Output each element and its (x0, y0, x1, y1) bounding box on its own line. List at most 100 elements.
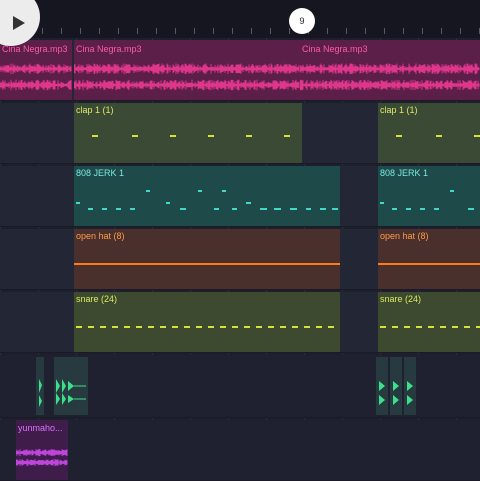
pattern-note (116, 208, 121, 210)
pattern-note (440, 326, 446, 328)
clap-pattern-label: clap 1 (1) (380, 105, 418, 115)
ruler-tick (289, 28, 290, 34)
pattern-note (246, 202, 251, 204)
pattern-note (316, 326, 322, 328)
clap-pattern-label: clap 1 (1) (76, 105, 114, 115)
pattern-note (274, 208, 281, 210)
ruler-tick (422, 28, 423, 34)
pattern-note (304, 326, 310, 328)
pattern-note (468, 208, 474, 210)
pattern-note (232, 208, 237, 210)
pattern-note (148, 326, 154, 328)
pattern-note (100, 326, 106, 328)
pattern-note (130, 208, 135, 210)
audio-clip[interactable]: Cina Negra.mp3 (300, 40, 480, 100)
pattern-note (180, 208, 186, 210)
pattern-note (406, 208, 411, 210)
hat-pattern-clip[interactable]: open hat (8) (378, 229, 480, 289)
ruler-tick (327, 28, 328, 34)
pattern-note (436, 135, 442, 137)
kick808-track[interactable]: 808 JERK 1 808 JERK 1 (0, 166, 480, 227)
audio-waveform (300, 63, 480, 91)
pattern-note (76, 202, 80, 204)
snare-pattern-clip[interactable]: snare (24) (74, 292, 340, 352)
pattern-note (198, 190, 202, 192)
pattern-note (392, 208, 397, 210)
ruler-tick (42, 28, 43, 34)
vocal-clip[interactable]: yunmaho... (16, 420, 68, 480)
ruler-tick (403, 28, 404, 34)
clap-track[interactable]: clap 1 (1) clap 1 (1) (0, 103, 480, 164)
pattern-note (170, 135, 176, 137)
snare-track[interactable]: snare (24) snare (24) (0, 292, 480, 353)
snare-pattern-label: snare (24) (380, 294, 422, 304)
pattern-note (452, 326, 458, 328)
audio-waveform (74, 63, 300, 91)
pattern-note (88, 208, 93, 210)
pattern-note (268, 326, 274, 328)
playhead-marker[interactable]: 9 (289, 8, 315, 34)
pattern-note (476, 326, 480, 328)
vocal-waveform (16, 448, 68, 467)
audio-clip[interactable]: Cina Negra.mp3 (0, 40, 72, 100)
pattern-note (280, 326, 286, 328)
ruler-tick (346, 28, 347, 34)
ruler-tick (213, 28, 214, 34)
pattern-note (136, 326, 142, 328)
hat-track[interactable]: open hat (8) open hat (8) (0, 229, 480, 290)
kick808-pattern-label: 808 JERK 1 (380, 168, 429, 178)
pattern-note (450, 190, 454, 192)
kick808-pattern-clip[interactable]: 808 JERK 1 (74, 166, 340, 226)
pattern-note (428, 326, 434, 328)
fx-clip[interactable] (404, 357, 416, 415)
pattern-note (208, 135, 214, 137)
ruler-tick (61, 28, 62, 34)
pattern-note (380, 326, 386, 328)
kick808-pattern-clip[interactable]: 808 JERK 1 (378, 166, 480, 226)
pattern-note (232, 326, 238, 328)
pattern-note (246, 135, 252, 137)
pattern-note (160, 326, 166, 328)
fx-waveform (56, 379, 86, 405)
fx-waveform (379, 381, 385, 405)
fx-clip[interactable] (376, 357, 388, 415)
pattern-note (196, 326, 202, 328)
fx-track[interactable] (0, 355, 480, 418)
pattern-note (290, 208, 297, 210)
clap-pattern-clip[interactable]: clap 1 (1) (378, 103, 480, 163)
pattern-note (172, 326, 178, 328)
playhead-bar-number: 9 (299, 16, 305, 26)
pattern-note (474, 135, 480, 137)
audio-clip-label: Cina Negra.mp3 (76, 44, 142, 54)
hat-pattern-clip[interactable]: open hat (8) (74, 229, 340, 289)
fx-clip[interactable] (390, 357, 402, 415)
pattern-note (292, 326, 298, 328)
play-icon (13, 16, 25, 30)
pattern-note (166, 202, 170, 204)
pattern-note (320, 208, 326, 210)
pattern-note (184, 326, 190, 328)
ruler-tick (251, 28, 252, 34)
fx-clip[interactable] (54, 357, 88, 415)
clap-pattern-clip[interactable]: clap 1 (1) (74, 103, 302, 163)
pattern-note (208, 326, 214, 328)
pattern-note (146, 190, 150, 192)
fx-clip[interactable] (36, 357, 44, 415)
ruler-tick (365, 28, 366, 34)
audio-clip[interactable]: Cina Negra.mp3 (74, 40, 300, 100)
fx-waveform (39, 379, 42, 407)
snare-pattern-clip[interactable]: snare (24) (378, 292, 480, 352)
timeline-ruler[interactable] (0, 0, 480, 38)
hat-pattern-label: open hat (8) (380, 231, 429, 241)
pattern-note (328, 326, 334, 328)
ruler-tick (384, 28, 385, 34)
vocal-track[interactable]: yunmaho... (0, 420, 480, 481)
ruler-tick (80, 28, 81, 34)
audio-track[interactable]: Cina Negra.mp3 Cina Negra.mp3 Cina Negra… (0, 40, 480, 101)
ruler-tick (270, 28, 271, 34)
pattern-note (256, 326, 262, 328)
pattern-note (214, 208, 219, 210)
pattern-note (284, 135, 290, 137)
pattern-note (332, 208, 338, 210)
pattern-note (88, 326, 94, 328)
